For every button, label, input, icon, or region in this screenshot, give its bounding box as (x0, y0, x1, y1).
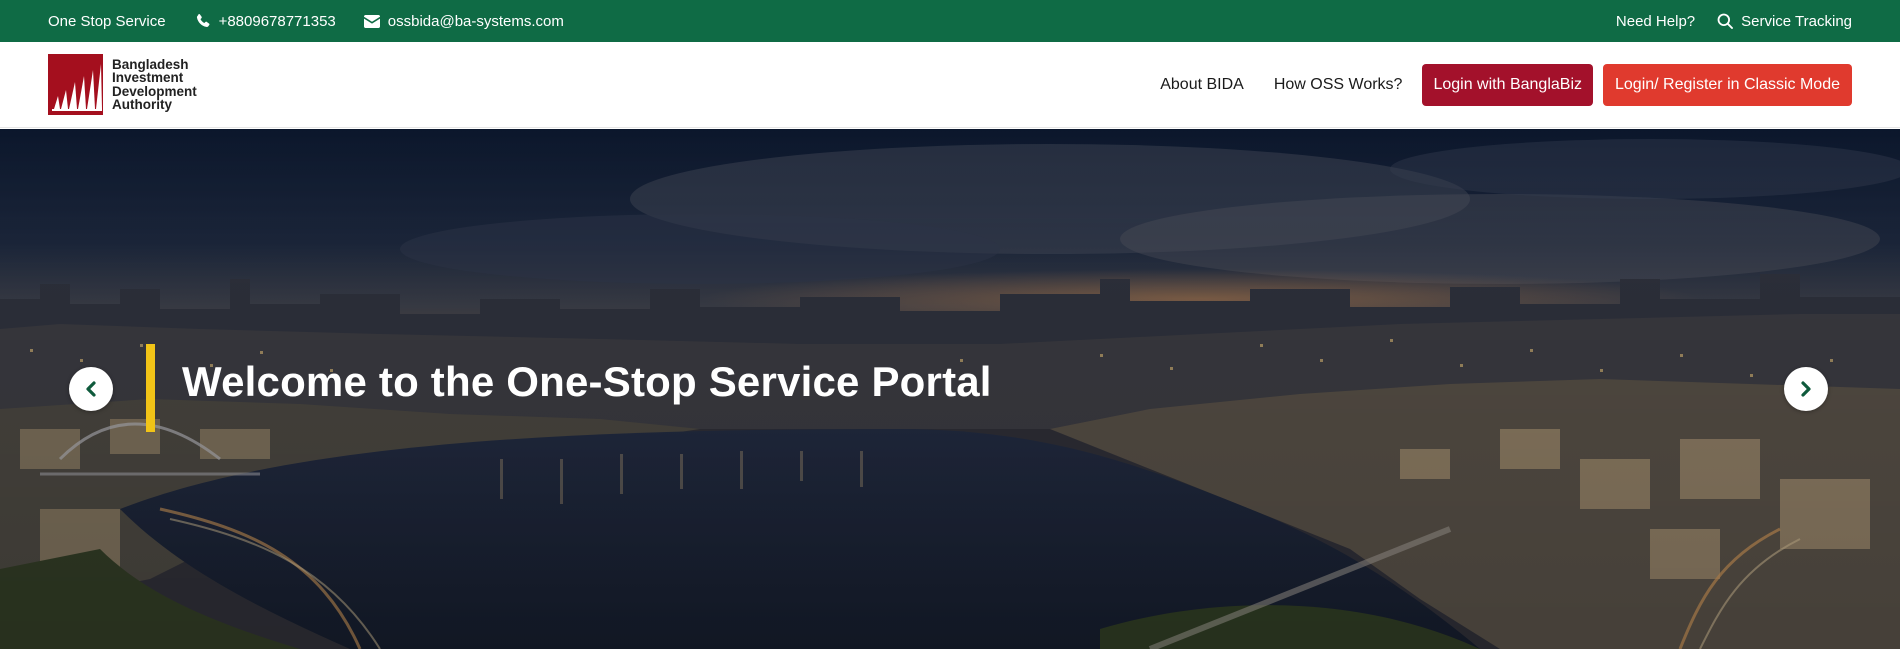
login-classic-button[interactable]: Login/ Register in Classic Mode (1603, 63, 1852, 106)
email-link[interactable]: ossbida@ba-systems.com (363, 12, 564, 30)
logo-line-4: Authority (112, 97, 172, 112)
service-tracking-label: Service Tracking (1741, 12, 1852, 30)
top-bar: One Stop Service +8809678771353 ossbida@… (0, 0, 1900, 42)
chevron-right-icon (1801, 381, 1811, 397)
need-help-link[interactable]: Need Help? (1616, 13, 1695, 30)
nav-about-bida[interactable]: About BIDA (1160, 76, 1244, 94)
top-bar-left: One Stop Service +8809678771353 ossbida@… (48, 13, 1616, 30)
main-header: Bangladesh Investment Development Author… (0, 42, 1900, 128)
hero-carousel: Welcome to the One-Stop Service Portal (0, 129, 1900, 649)
top-bar-right: Need Help? Service Tracking (1616, 13, 1852, 30)
brand-label: One Stop Service (48, 12, 166, 30)
login-banglabiz-button[interactable]: Login with BanglaBiz (1422, 63, 1593, 106)
phone-link[interactable]: +8809678771353 (195, 13, 336, 30)
phone-number: +8809678771353 (218, 12, 336, 30)
logo-line-1: Bangladesh (112, 56, 189, 72)
logo-line-2: Investment (112, 70, 184, 85)
carousel-next-button[interactable] (1784, 367, 1828, 411)
chevron-left-icon (86, 381, 96, 397)
phone-icon (196, 14, 210, 27)
hero-title: Welcome to the One-Stop Service Portal (182, 358, 992, 405)
nav-how-oss-works[interactable]: How OSS Works? (1274, 76, 1403, 94)
service-tracking-link[interactable]: Service Tracking (1717, 13, 1852, 30)
bida-logo-text: Bangladesh Investment Development Author… (112, 56, 197, 112)
search-icon (1717, 13, 1734, 29)
bida-logo[interactable]: Bangladesh Investment Development Author… (48, 54, 197, 115)
hero-accent-bar (146, 344, 155, 432)
bida-logo-mark (48, 54, 103, 115)
email-address: ossbida@ba-systems.com (387, 12, 564, 30)
logo-line-3: Development (112, 83, 197, 99)
hero-title-block: Welcome to the One-Stop Service Portal (146, 344, 992, 432)
carousel-prev-button[interactable] (69, 367, 113, 411)
envelope-icon (363, 14, 380, 28)
main-nav: About BIDA How OSS Works? Login with Ban… (1130, 63, 1852, 106)
